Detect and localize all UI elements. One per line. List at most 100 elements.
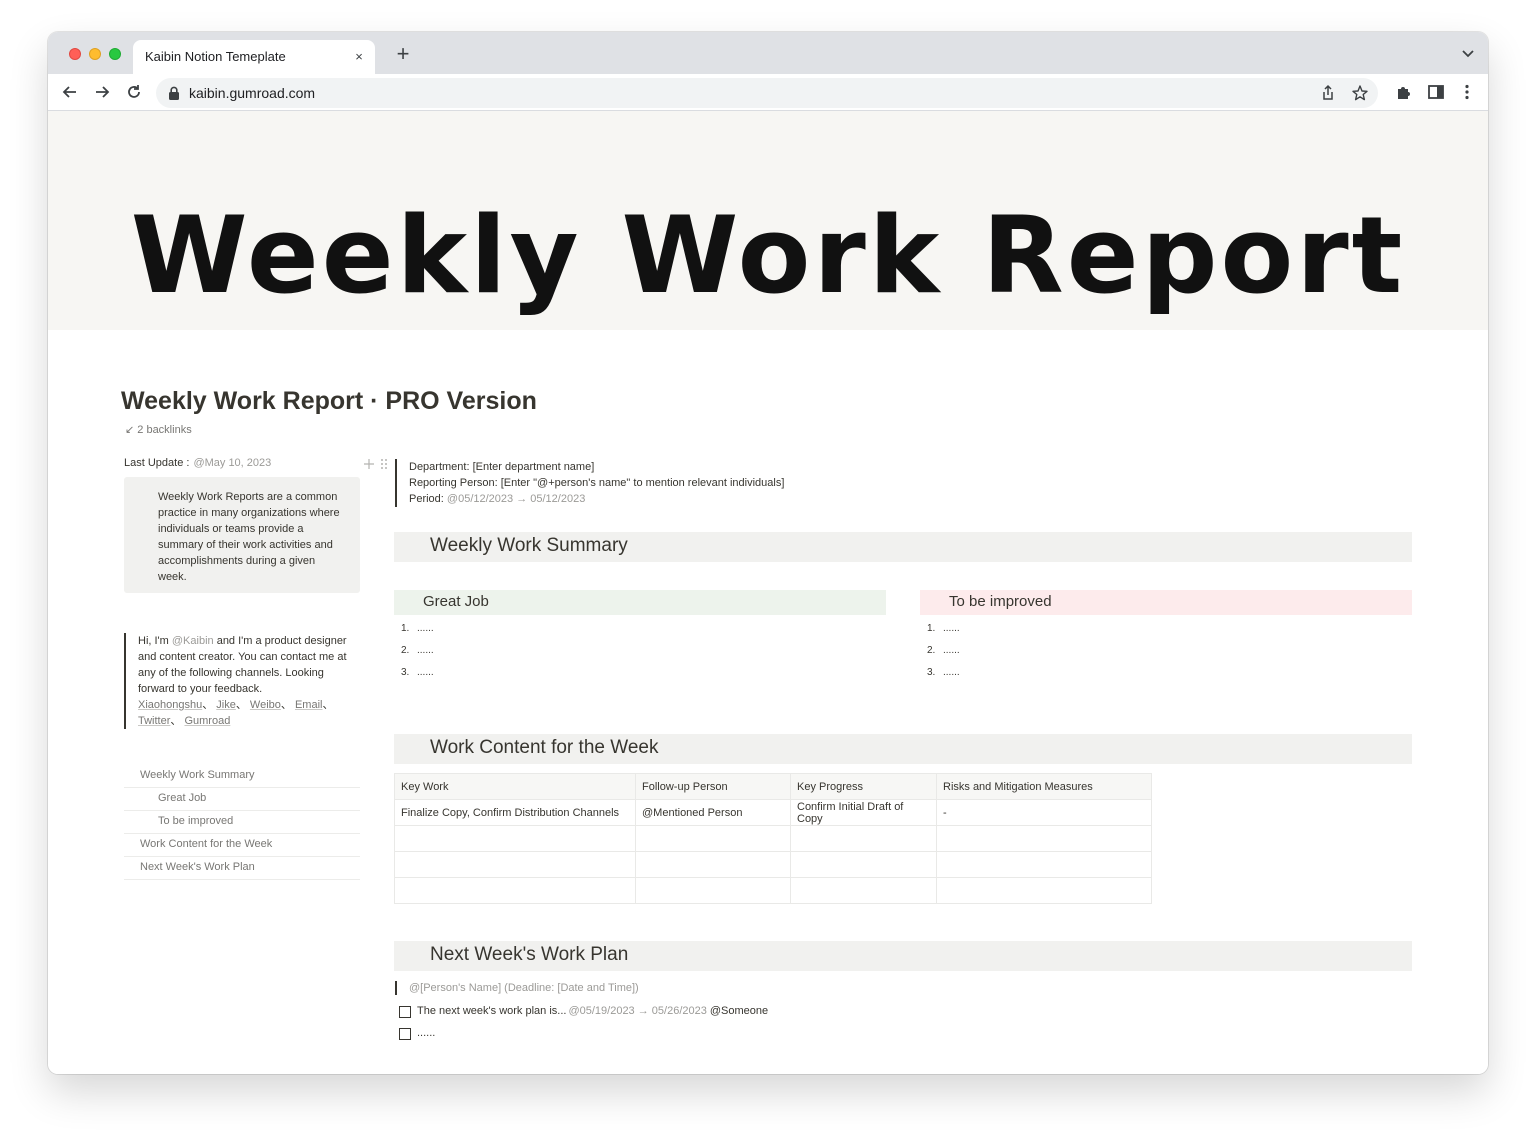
- todo-text[interactable]: ......: [417, 1027, 435, 1039]
- tab-title: Kaibin Notion Temeplate: [145, 49, 286, 64]
- heading-great-job-text: Great Job: [423, 593, 489, 610]
- period-date[interactable]: @05/12/2023 → 05/12/2023: [447, 493, 585, 505]
- back-arrow-icon[interactable]: [60, 82, 80, 102]
- more-icon[interactable]: [1458, 83, 1476, 101]
- table-cell[interactable]: [790, 825, 937, 852]
- notion-page: Weekly Work Report Weekly Work Report · …: [48, 111, 1488, 1074]
- heading-to-be-improved-text: To be improved: [949, 593, 1052, 610]
- heading-next-week-text: Next Week's Work Plan: [430, 944, 629, 965]
- table-cell[interactable]: [635, 825, 791, 852]
- work-content-table: Key Work Follow-up Person Key Progress R…: [394, 773, 1152, 904]
- bio-prefix: Hi, I'm: [138, 635, 172, 647]
- todo-checkbox[interactable]: [399, 1005, 411, 1018]
- toc-item-weekly-summary[interactable]: Weekly Work Summary: [124, 765, 360, 788]
- toc-item-to-be-improved[interactable]: To be improved: [124, 811, 360, 834]
- table-cell[interactable]: Finalize Copy, Confirm Distribution Chan…: [394, 799, 636, 826]
- heading-work-content: Work Content for the Week: [394, 734, 1412, 764]
- todo-item: ......: [399, 1027, 435, 1041]
- backlinks-link[interactable]: ↙ 2 backlinks: [125, 423, 192, 436]
- column-header-risks[interactable]: Risks and Mitigation Measures: [936, 773, 1152, 800]
- toc-item-great-job[interactable]: Great Job: [124, 788, 360, 811]
- address-bar[interactable]: kaibin.gumroad.com: [156, 78, 1378, 108]
- reporting-person-line: Reporting Person: [Enter "@+person's nam…: [409, 477, 785, 489]
- url-text[interactable]: kaibin.gumroad.com: [189, 85, 315, 101]
- table-row: [394, 877, 1152, 904]
- cover-title: Weekly Work Report: [130, 194, 1406, 317]
- table-cell[interactable]: [936, 825, 1152, 852]
- table-row: [394, 825, 1152, 852]
- lock-icon[interactable]: [168, 86, 180, 100]
- tab-close-icon[interactable]: ×: [351, 49, 367, 65]
- browser-tab[interactable]: Kaibin Notion Temeplate ×: [133, 40, 375, 74]
- assignee-quote: @[Person's Name] (Deadline: [Date and Ti…: [395, 981, 639, 995]
- maximize-window-button[interactable]: [109, 48, 121, 60]
- table-cell[interactable]: [394, 825, 636, 852]
- channel-link-email[interactable]: Email: [295, 699, 323, 711]
- heading-work-content-text: Work Content for the Week: [430, 737, 659, 758]
- drag-handle-icon[interactable]: [363, 457, 391, 471]
- table-cell[interactable]: @Mentioned Person: [635, 799, 791, 826]
- heading-weekly-summary: Weekly Work Summary: [394, 532, 1412, 562]
- minimize-window-button[interactable]: [89, 48, 101, 60]
- todo-item: The next week's work plan is... @05/19/20…: [399, 1005, 768, 1019]
- table-row: [394, 851, 1152, 878]
- table-header-row: Key Work Follow-up Person Key Progress R…: [394, 773, 1152, 800]
- table-cell[interactable]: [394, 851, 636, 878]
- list-item[interactable]: 3.......: [401, 666, 434, 688]
- intro-callout: Weekly Work Reports are a common practic…: [124, 477, 360, 593]
- period-label: Period:: [409, 493, 447, 505]
- todo-text[interactable]: The next week's work plan is...: [417, 1005, 566, 1017]
- table-cell[interactable]: [394, 877, 636, 904]
- column-header-key-progress[interactable]: Key Progress: [790, 773, 937, 800]
- channel-link-twitter[interactable]: Twitter: [138, 715, 170, 727]
- channel-link-weibo[interactable]: Weibo: [250, 699, 281, 711]
- new-tab-button[interactable]: +: [392, 43, 414, 65]
- list-item[interactable]: 3.......: [927, 666, 960, 688]
- page-title: Weekly Work Report · PRO Version: [121, 387, 537, 415]
- table-cell[interactable]: [936, 877, 1152, 904]
- table-cell[interactable]: [790, 877, 937, 904]
- period-line: Period: @05/12/2023 → 05/12/2023: [409, 491, 784, 507]
- reload-icon[interactable]: [124, 82, 144, 102]
- table-row: Finalize Copy, Confirm Distribution Chan…: [394, 799, 1152, 826]
- browser-toolbar: kaibin.gumroad.com: [48, 74, 1488, 111]
- table-cell[interactable]: [635, 851, 791, 878]
- table-cell[interactable]: [936, 851, 1152, 878]
- close-window-button[interactable]: [69, 48, 81, 60]
- heading-next-week: Next Week's Work Plan: [394, 941, 1412, 971]
- share-icon[interactable]: [1319, 84, 1337, 102]
- last-update: Last Update : @May 10, 2023: [124, 457, 360, 471]
- todo-person[interactable]: @Someone: [710, 1005, 768, 1017]
- sidebar-icon[interactable]: [1427, 83, 1445, 101]
- star-icon[interactable]: [1351, 84, 1369, 102]
- column-header-follow-up[interactable]: Follow-up Person: [635, 773, 791, 800]
- last-update-date[interactable]: @May 10, 2023: [193, 457, 271, 469]
- table-cell[interactable]: -: [936, 799, 1152, 826]
- channel-link-xiaohongshu[interactable]: Xiaohongshu: [138, 699, 202, 711]
- todo-date[interactable]: @05/19/2023 → 05/26/2023: [568, 1005, 706, 1017]
- extensions-icon[interactable]: [1395, 83, 1413, 101]
- list-item[interactable]: 2.......: [401, 644, 434, 666]
- cover-image: Weekly Work Report: [48, 111, 1488, 330]
- table-cell[interactable]: [635, 877, 791, 904]
- sidebar-column: Last Update : @May 10, 2023 Weekly Work R…: [124, 457, 360, 880]
- toc-item-next-week[interactable]: Next Week's Work Plan: [124, 857, 360, 880]
- list-item[interactable]: 1.......: [927, 622, 960, 644]
- heading-great-job: Great Job: [394, 590, 886, 615]
- browser-window: Kaibin Notion Temeplate × + kaibin.gumro…: [48, 32, 1488, 1074]
- channel-link-jike[interactable]: Jike: [216, 699, 236, 711]
- list-item[interactable]: 1.......: [401, 622, 434, 644]
- column-header-key-work[interactable]: Key Work: [394, 773, 636, 800]
- tab-list-icon[interactable]: [1460, 45, 1476, 61]
- author-bio: Hi, I'm @Kaibin and I'm a product design…: [124, 633, 360, 729]
- list-item[interactable]: 2.......: [927, 644, 960, 666]
- tab-bar: Kaibin Notion Temeplate × +: [48, 32, 1488, 74]
- table-cell[interactable]: [790, 851, 937, 878]
- todo-checkbox[interactable]: [399, 1027, 411, 1040]
- toc-item-work-content[interactable]: Work Content for the Week: [124, 834, 360, 857]
- channel-link-gumroad[interactable]: Gumroad: [184, 715, 230, 727]
- forward-arrow-icon[interactable]: [92, 82, 112, 102]
- table-cell[interactable]: Confirm Initial Draft of Copy: [790, 799, 937, 826]
- to-be-improved-list: 1....... 2....... 3.......: [927, 622, 960, 688]
- author-mention[interactable]: @Kaibin: [172, 635, 214, 647]
